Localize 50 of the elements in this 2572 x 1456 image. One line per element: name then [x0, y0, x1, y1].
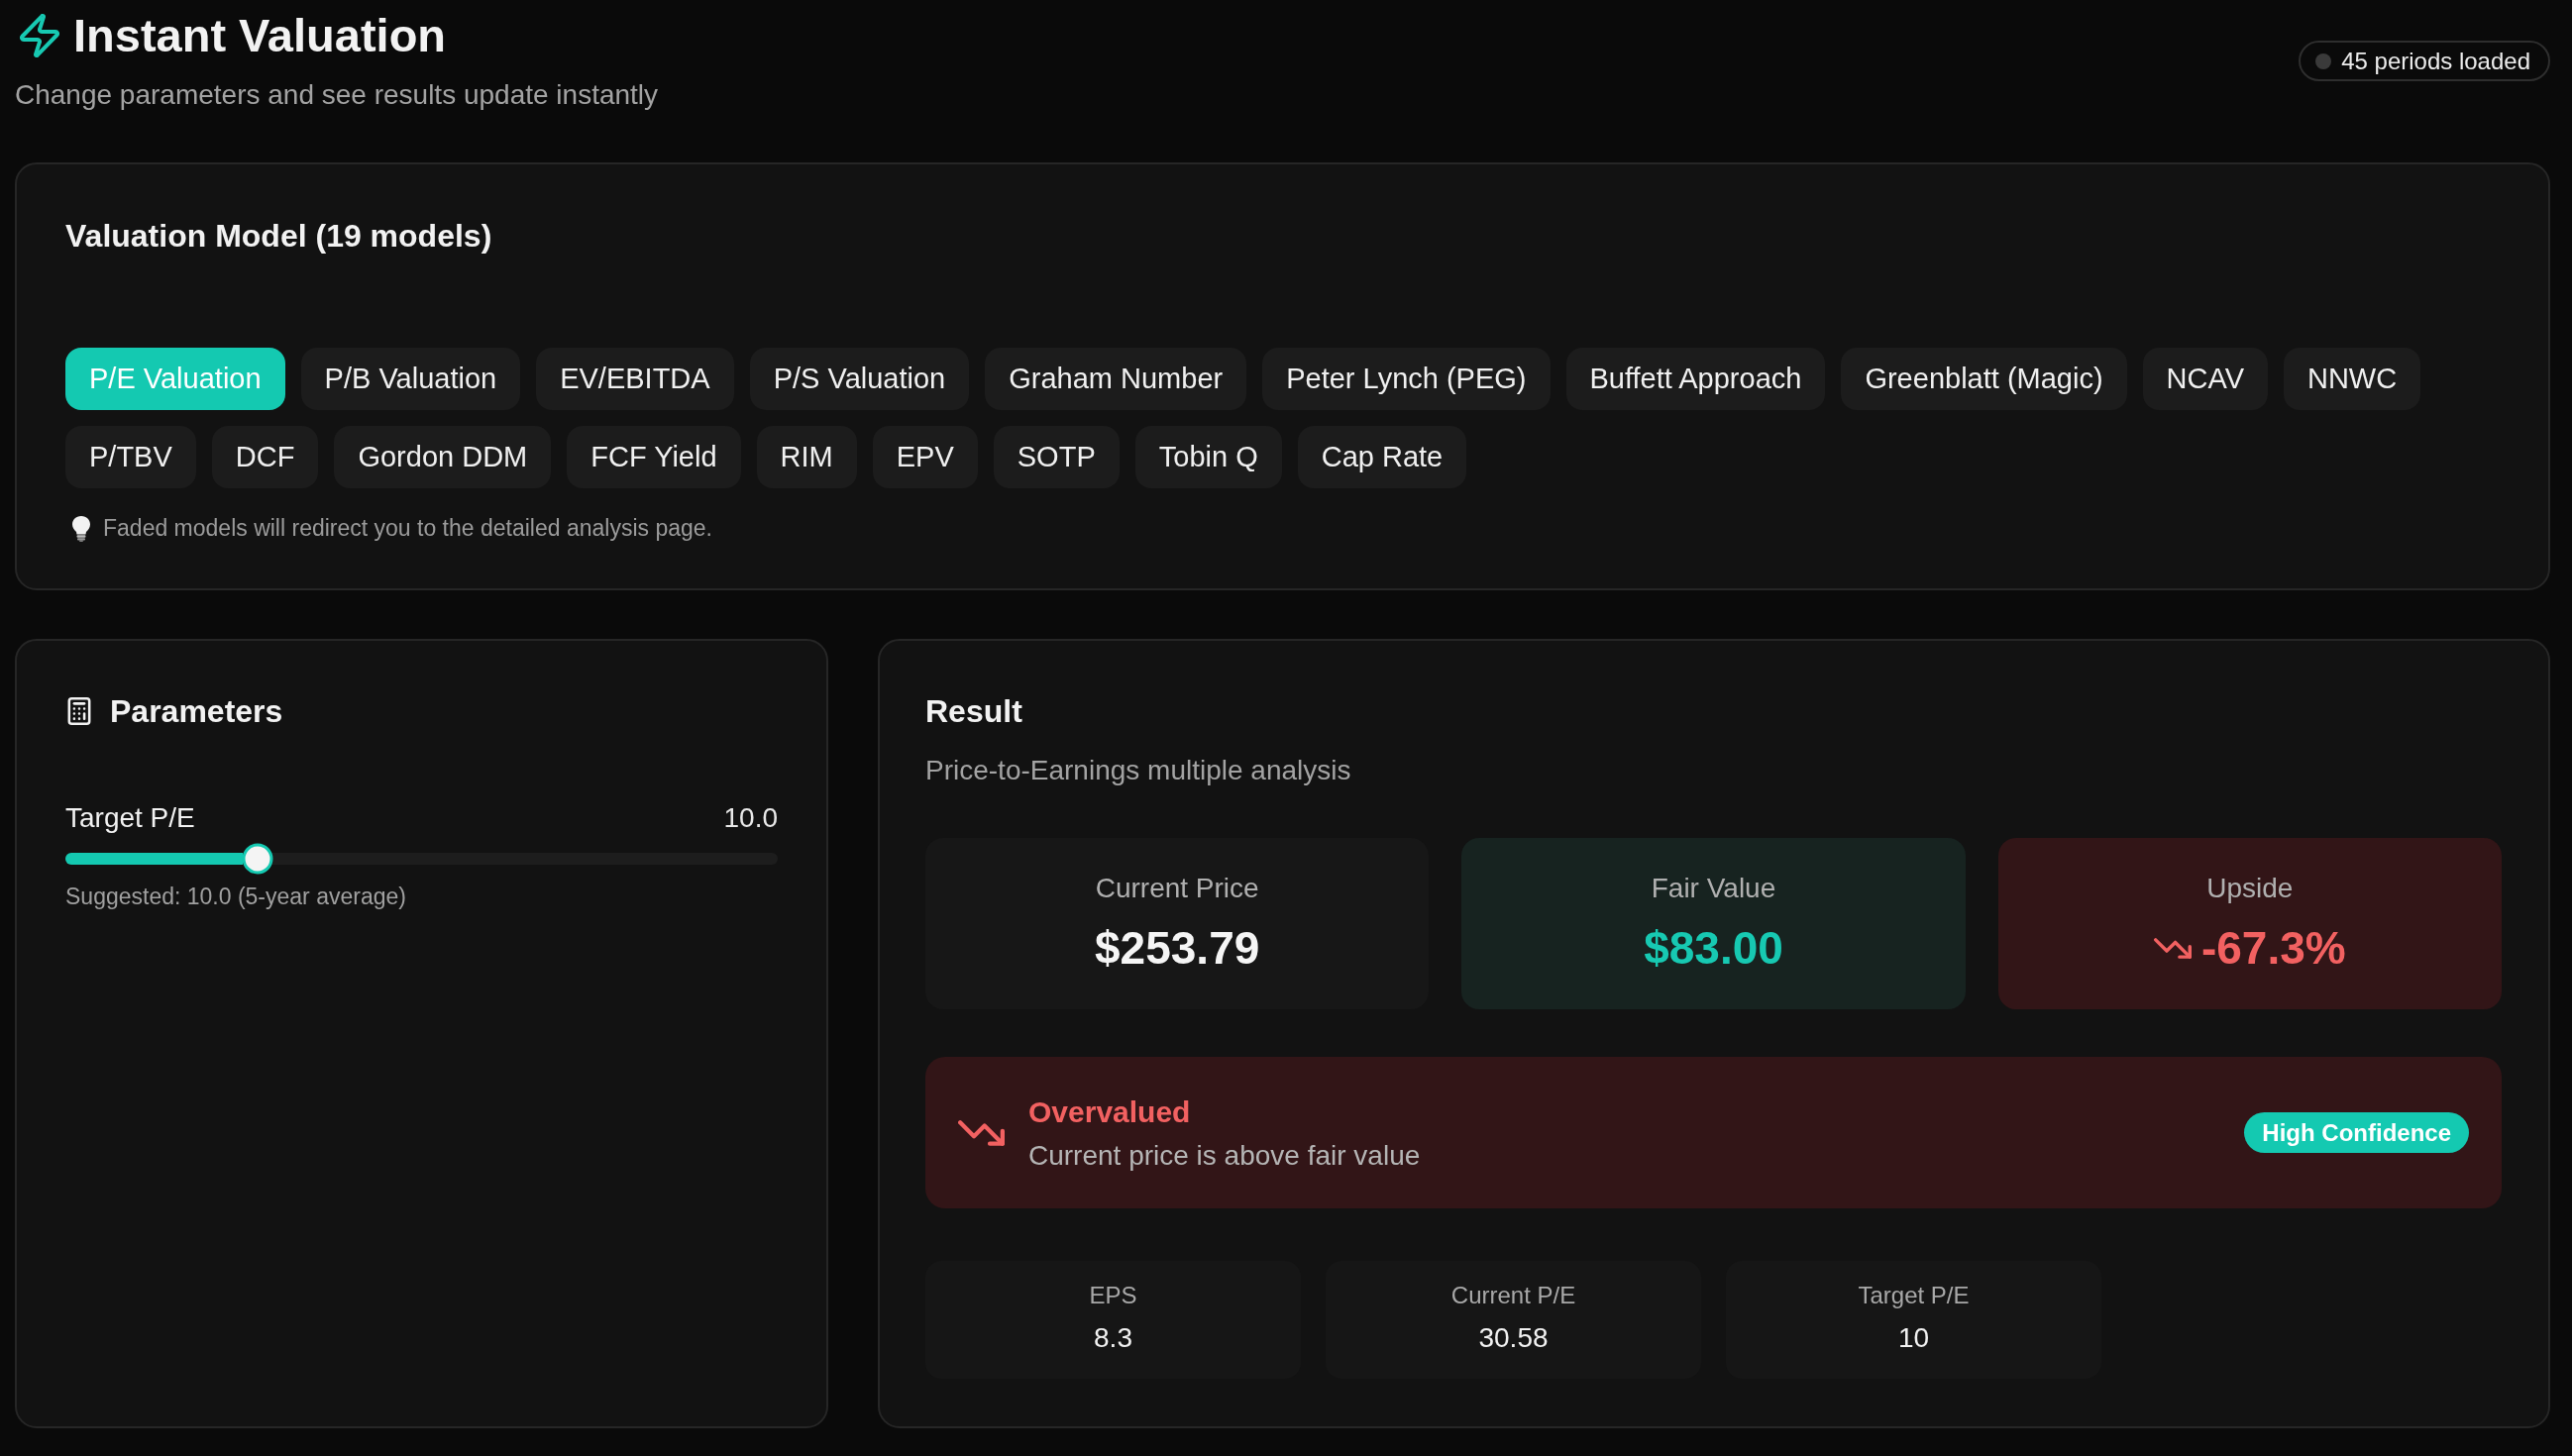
slider-note: Suggested: 10.0 (5-year average): [65, 883, 407, 911]
model-chip[interactable]: NNWC: [2284, 348, 2421, 410]
model-chip[interactable]: NCAV: [2142, 348, 2268, 410]
trending-down-icon: [958, 1119, 1005, 1146]
model-chip[interactable]: Gordon DDM: [334, 426, 552, 488]
summary-value: $83.00: [1644, 921, 1783, 976]
model-chip[interactable]: FCF Yield: [567, 426, 741, 488]
summary-value: -67.3%: [2200, 921, 2346, 976]
metric-value: 30.58: [1478, 1321, 1549, 1355]
confidence-pill: High Confidence: [2244, 1112, 2469, 1153]
model-chip[interactable]: Tobin Q: [1134, 426, 1282, 488]
metric-label: Target P/E: [1858, 1281, 1970, 1310]
section-heading: Valuation Model (19 models): [65, 217, 493, 256]
verdict-title: Overvalued: [1028, 1093, 1191, 1130]
metric-value: 8.3: [1094, 1321, 1132, 1355]
model-chip[interactable]: EPV: [872, 426, 978, 488]
metric-label: Current P/E: [1450, 1281, 1576, 1310]
lightbulb-icon: [70, 514, 92, 542]
lightning-bolt-icon: [20, 14, 59, 57]
slider-value: 10.0: [723, 801, 778, 835]
model-chip[interactable]: P/TBV: [65, 426, 196, 488]
model-chip[interactable]: EV/EBITDA: [536, 348, 734, 410]
summary-value: $253.79: [1095, 921, 1260, 976]
page-title: Instant Valuation: [73, 8, 447, 63]
model-chip[interactable]: P/S Valuation: [749, 348, 970, 410]
model-chip[interactable]: Peter Lynch (PEG): [1262, 348, 1551, 410]
slider-label: Target P/E: [65, 801, 195, 835]
metric-value: 10: [1897, 1321, 1930, 1355]
hint-text: Faded models will redirect you to the detailed analysis page.: [103, 514, 712, 543]
slider-thumb[interactable]: [242, 843, 273, 875]
page-subtitle: Change parameters and see results update instantly: [15, 78, 659, 112]
metric-label: EPS: [1089, 1281, 1137, 1310]
panel-title: Parameters: [110, 692, 283, 731]
model-chip[interactable]: SOTP: [993, 426, 1120, 488]
model-chip[interactable]: Cap Rate: [1297, 426, 1467, 488]
verdict-description: Current price is above fair value: [1028, 1138, 1421, 1173]
panel-title: Result: [925, 692, 1022, 731]
model-chip[interactable]: Graham Number: [985, 348, 1247, 410]
calculator-icon: [67, 697, 91, 725]
summary-label: Fair Value: [1651, 872, 1776, 905]
model-chip[interactable]: Greenblatt (Magic): [1841, 348, 2127, 410]
model-chip[interactable]: DCF: [211, 426, 319, 488]
summary-label: Upside: [2206, 872, 2294, 905]
result-subtitle: Price-to-Earnings multiple analysis: [925, 754, 1352, 787]
summary-label: Current Price: [1095, 872, 1259, 905]
status-label: 45 periods loaded: [2341, 47, 2530, 75]
model-chip[interactable]: P/B Valuation: [300, 348, 521, 410]
model-chip[interactable]: RIM: [756, 426, 857, 488]
model-chip[interactable]: Buffett Approach: [1565, 348, 1826, 410]
status-dot-icon: [2315, 52, 2332, 69]
